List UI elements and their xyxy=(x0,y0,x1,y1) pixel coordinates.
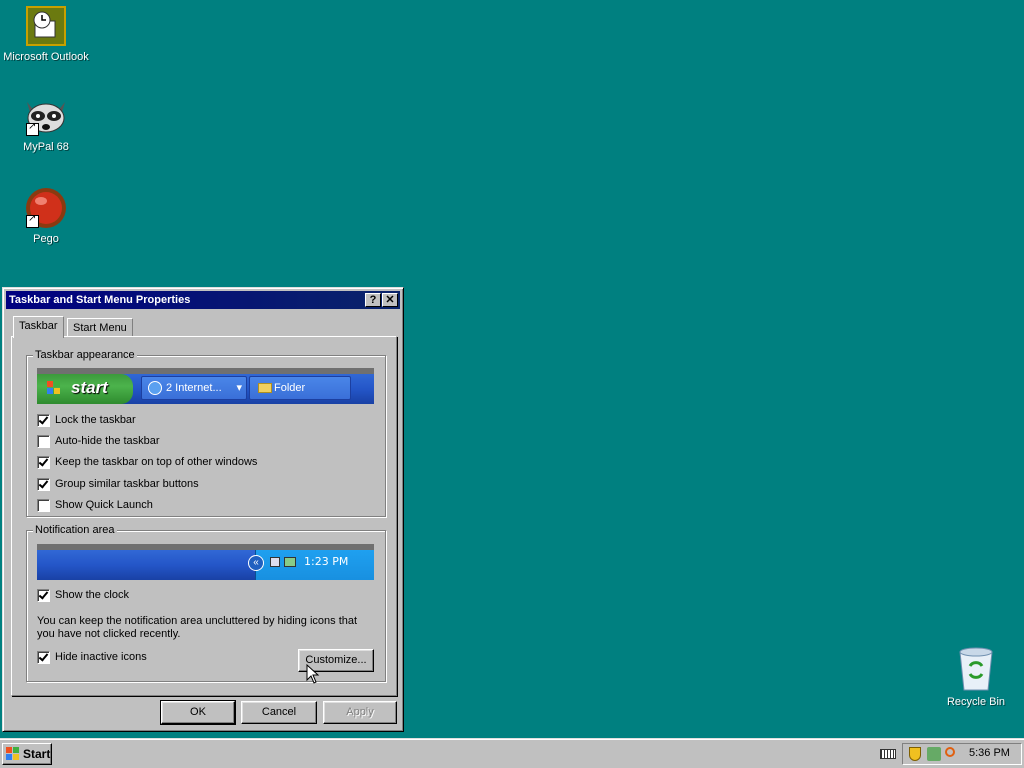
show-clock-option[interactable]: Show the clock xyxy=(37,589,129,605)
autohide-taskbar-option[interactable]: Auto-hide the taskbar xyxy=(37,435,160,451)
cancel-button[interactable]: Cancel xyxy=(241,701,317,724)
ie-icon xyxy=(148,381,162,395)
taskbar: Start 5:36 PM xyxy=(0,738,1024,768)
windows-flag-icon xyxy=(47,381,61,395)
start-button[interactable]: Start xyxy=(2,743,52,765)
desktop-icon-label: Pego xyxy=(33,233,59,245)
system-tray: 5:36 PM xyxy=(902,743,1022,765)
checkbox[interactable] xyxy=(37,478,50,491)
desktop-icon-pego[interactable]: Pego xyxy=(0,188,92,245)
option-label: Lock the taskbar xyxy=(55,414,136,426)
network-icon[interactable] xyxy=(927,747,941,761)
taskbar-preview: start 2 Internet... ▾ Folder xyxy=(37,368,374,404)
desktop-icon-label: MyPal 68 xyxy=(23,141,69,153)
network-icon xyxy=(270,557,280,567)
help-button[interactable]: ? xyxy=(365,293,381,307)
desktop-icon-label: Microsoft Outlook xyxy=(3,51,89,63)
printer-icon xyxy=(284,557,296,567)
option-label: Group similar taskbar buttons xyxy=(55,478,199,490)
xp-task-button-folder: Folder xyxy=(249,376,351,400)
notification-preview: « 1:23 PM xyxy=(37,544,374,580)
checkbox[interactable] xyxy=(37,499,50,512)
search-icon[interactable] xyxy=(945,747,955,757)
keyboard-icon[interactable] xyxy=(880,749,896,759)
checkbox[interactable] xyxy=(37,589,50,602)
xp-task-button-internet: 2 Internet... ▾ xyxy=(141,376,247,400)
checkbox[interactable] xyxy=(37,456,50,469)
checkbox[interactable] xyxy=(37,651,50,664)
desktop-icon-recycle-bin[interactable]: Recycle Bin xyxy=(930,646,1022,708)
checkbox[interactable] xyxy=(37,435,50,448)
notification-area-group: Notification area « 1:23 PM Show the clo… xyxy=(26,524,386,684)
xp-task-label: 2 Internet... xyxy=(166,382,222,394)
notification-description: You can keep the notification area unclu… xyxy=(37,615,358,640)
taskbar-tab-panel: Taskbar appearance start 2 Internet... ▾ xyxy=(11,336,397,696)
xp-task-label: Folder xyxy=(274,382,306,394)
option-label: Show the clock xyxy=(55,589,129,601)
windows-flag-icon xyxy=(6,747,20,761)
show-hidden-icons-chevron-icon: « xyxy=(248,555,264,571)
desktop-icon-label: Recycle Bin xyxy=(946,696,1006,708)
start-label: Start xyxy=(23,747,51,761)
option-label: Show Quick Launch xyxy=(55,499,153,511)
shortcut-arrow-icon xyxy=(26,121,39,136)
taskbar-properties-dialog: Taskbar and Start Menu Properties ? ✕ Ta… xyxy=(2,287,404,732)
option-label: Hide inactive icons xyxy=(55,651,147,663)
keep-on-top-option[interactable]: Keep the taskbar on top of other windows xyxy=(37,456,257,472)
option-label: Auto-hide the taskbar xyxy=(55,435,160,447)
tab-start-menu[interactable]: Start Menu xyxy=(67,318,133,337)
security-shield-icon[interactable] xyxy=(909,747,921,761)
dropdown-arrow-icon: ▾ xyxy=(236,382,242,394)
shortcut-arrow-icon xyxy=(26,213,39,228)
hide-inactive-option[interactable]: Hide inactive icons xyxy=(37,651,147,667)
quick-launch-option[interactable]: Show Quick Launch xyxy=(37,499,153,515)
taskbar-appearance-group: Taskbar appearance start 2 Internet... ▾ xyxy=(26,349,386,517)
ok-button[interactable]: OK xyxy=(160,700,236,725)
close-button[interactable]: ✕ xyxy=(382,293,398,307)
mouse-cursor-icon xyxy=(306,664,320,684)
tab-taskbar[interactable]: Taskbar xyxy=(13,316,64,338)
group-title: Taskbar appearance xyxy=(33,349,137,361)
dialog-titlebar[interactable]: Taskbar and Start Menu Properties ? ✕ xyxy=(6,291,400,309)
desktop-icon-outlook[interactable]: Microsoft Outlook xyxy=(0,6,92,63)
apply-button[interactable]: Apply xyxy=(323,701,397,724)
desktop-icon-mypal[interactable]: MyPal 68 xyxy=(0,96,92,153)
taskbar-clock[interactable]: 5:36 PM xyxy=(969,747,1010,759)
checkbox[interactable] xyxy=(37,414,50,427)
preview-clock: 1:23 PM xyxy=(304,555,349,568)
option-label: Keep the taskbar on top of other windows xyxy=(55,456,258,468)
dialog-title: Taskbar and Start Menu Properties xyxy=(9,294,191,306)
lock-taskbar-option[interactable]: Lock the taskbar xyxy=(37,414,136,430)
xp-start-button: start xyxy=(37,374,133,404)
folder-icon xyxy=(258,383,272,393)
mypal-raccoon-icon xyxy=(26,96,66,136)
xp-tray: « 1:23 PM xyxy=(248,550,374,580)
recycle-bin-icon xyxy=(954,646,998,692)
pego-red-ball-icon xyxy=(26,188,66,228)
group-title: Notification area xyxy=(33,524,117,536)
outlook-icon xyxy=(26,6,66,46)
group-buttons-option[interactable]: Group similar taskbar buttons xyxy=(37,478,199,494)
xp-start-label: start xyxy=(71,378,108,397)
